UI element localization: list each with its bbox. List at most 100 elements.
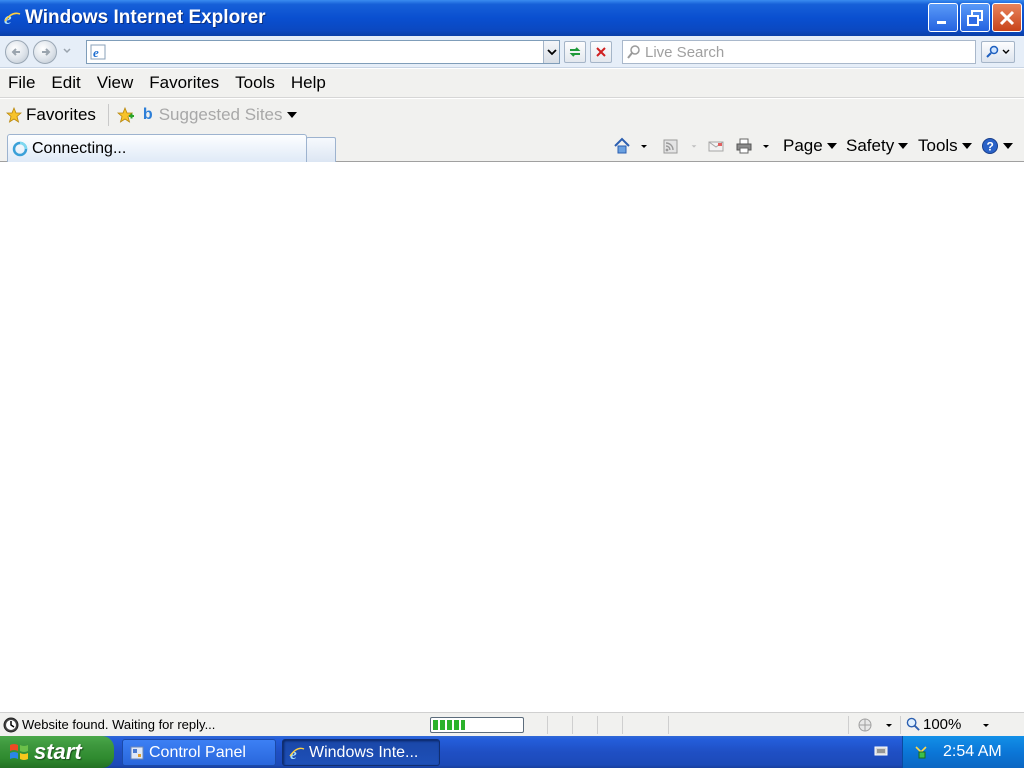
- menu-edit[interactable]: Edit: [43, 69, 88, 97]
- control-panel-icon: [130, 746, 144, 759]
- zone-dropdown-icon[interactable]: [884, 720, 894, 730]
- minimize-button[interactable]: [928, 3, 958, 32]
- new-tab-button[interactable]: [306, 137, 336, 162]
- tab-connecting[interactable]: Connecting...: [7, 134, 307, 162]
- page-load-progress-bar: [430, 717, 524, 733]
- tab-label: Connecting...: [32, 139, 127, 157]
- status-separator: [622, 716, 623, 734]
- chevron-down-icon: [961, 143, 972, 149]
- home-icon: [614, 137, 630, 154]
- taskbar-item-label: Windows Inte...: [309, 743, 419, 761]
- keyboard-icon[interactable]: [874, 745, 888, 757]
- search-go-button[interactable]: [981, 41, 1015, 63]
- start-button[interactable]: start: [0, 736, 114, 768]
- back-button[interactable]: [5, 40, 29, 64]
- home-button[interactable]: [613, 131, 649, 161]
- mail-icon: [708, 141, 724, 152]
- tab-row: Connecting... Page Safety Tools ?: [0, 131, 1024, 162]
- tools-menu-button[interactable]: Tools: [918, 131, 972, 161]
- network-icon[interactable]: [913, 744, 929, 760]
- menu-file[interactable]: File: [0, 69, 43, 97]
- favorites-star-icon: [6, 107, 22, 123]
- menu-tools[interactable]: Tools: [227, 69, 283, 97]
- chevron-down-icon: [1003, 143, 1013, 149]
- suggested-sites-icon: b: [142, 106, 153, 123]
- window-title: Windows Internet Explorer: [25, 7, 266, 28]
- restore-icon: [967, 9, 983, 26]
- refresh-icon: [569, 47, 581, 57]
- menu-view[interactable]: View: [89, 69, 142, 97]
- favorites-label: Favorites: [26, 105, 96, 124]
- safety-menu-button[interactable]: Safety: [846, 131, 909, 161]
- forward-button[interactable]: [33, 40, 57, 64]
- back-arrow-icon: [11, 48, 20, 56]
- add-to-favorites-icon[interactable]: [116, 106, 135, 124]
- minimize-icon: [937, 20, 946, 24]
- recent-pages-dropdown-icon[interactable]: [62, 46, 72, 56]
- stop-icon: [596, 47, 606, 57]
- safety-menu-label: Safety: [846, 136, 895, 155]
- favorites-separator: [107, 104, 109, 126]
- system-tray: 2:54 AM: [902, 736, 1024, 768]
- address-toolbar: e: [0, 36, 1024, 68]
- refresh-button[interactable]: [564, 41, 586, 63]
- menu-bar: File Edit View Favorites Tools Help: [0, 69, 1024, 98]
- taskbar-item-internet-explorer[interactable]: e Windows Inte...: [282, 739, 440, 766]
- search-go-icon: [986, 45, 999, 58]
- status-separator: [900, 716, 901, 734]
- close-icon: [999, 10, 1015, 25]
- restore-button[interactable]: [960, 3, 990, 32]
- zoom-button[interactable]: 100%: [906, 716, 991, 733]
- print-button[interactable]: [735, 131, 771, 161]
- ie-icon: e: [289, 747, 305, 761]
- stop-button[interactable]: [590, 41, 612, 63]
- search-options-chevron-icon[interactable]: [1002, 49, 1010, 55]
- status-separator: [572, 716, 573, 734]
- page-icon: e: [90, 44, 106, 60]
- status-separator: [547, 716, 548, 734]
- zoom-magnifier-icon: [906, 717, 920, 731]
- close-button[interactable]: [992, 3, 1022, 32]
- chevron-down-icon: [826, 143, 837, 149]
- page-menu-label: Page: [783, 136, 823, 155]
- read-mail-button[interactable]: [707, 131, 725, 161]
- help-menu-button[interactable]: ?: [981, 131, 1013, 161]
- status-separator: [668, 716, 669, 734]
- feeds-dropdown-icon[interactable]: [690, 142, 698, 150]
- svg-text:e: e: [93, 45, 99, 60]
- favorites-button[interactable]: Favorites: [6, 105, 96, 125]
- page-content-area[interactable]: [0, 162, 1024, 712]
- address-input[interactable]: [109, 43, 529, 61]
- suggested-sites-button[interactable]: b Suggested Sites: [143, 105, 297, 125]
- ie-logo-icon: e: [4, 9, 21, 27]
- address-dropdown-button[interactable]: [543, 41, 559, 63]
- search-input[interactable]: [645, 43, 965, 61]
- menu-help[interactable]: Help: [283, 69, 334, 97]
- status-separator: [597, 716, 598, 734]
- clock[interactable]: 2:54 AM: [943, 743, 1002, 761]
- print-dropdown-icon[interactable]: [761, 141, 771, 151]
- status-bar: Website found. Waiting for reply... 100%: [0, 712, 1024, 736]
- page-menu-button[interactable]: Page: [783, 131, 837, 161]
- internet-zone-icon: [858, 718, 872, 732]
- zoom-dropdown-icon[interactable]: [981, 720, 991, 730]
- windows-flag-icon: [10, 744, 28, 760]
- search-box[interactable]: [622, 40, 976, 64]
- status-separator: [848, 716, 849, 734]
- search-icon: [627, 45, 640, 59]
- printer-icon: [736, 138, 752, 154]
- address-box[interactable]: e: [86, 40, 560, 64]
- menu-favorites[interactable]: Favorites: [141, 69, 227, 97]
- svg-text:?: ?: [987, 140, 994, 154]
- zoom-level: 100%: [923, 716, 962, 733]
- home-dropdown-icon[interactable]: [639, 141, 649, 151]
- taskbar-item-control-panel[interactable]: Control Panel: [122, 739, 276, 766]
- loading-spinner-icon: [12, 141, 28, 156]
- protected-mode-button[interactable]: [858, 717, 894, 733]
- tools-menu-label: Tools: [918, 136, 958, 155]
- forward-arrow-icon: [42, 48, 51, 56]
- status-text: Website found. Waiting for reply...: [22, 717, 216, 732]
- feeds-button[interactable]: [662, 131, 698, 161]
- suggested-sites-label: Suggested Sites: [158, 105, 283, 124]
- loading-clock-icon: [3, 717, 19, 732]
